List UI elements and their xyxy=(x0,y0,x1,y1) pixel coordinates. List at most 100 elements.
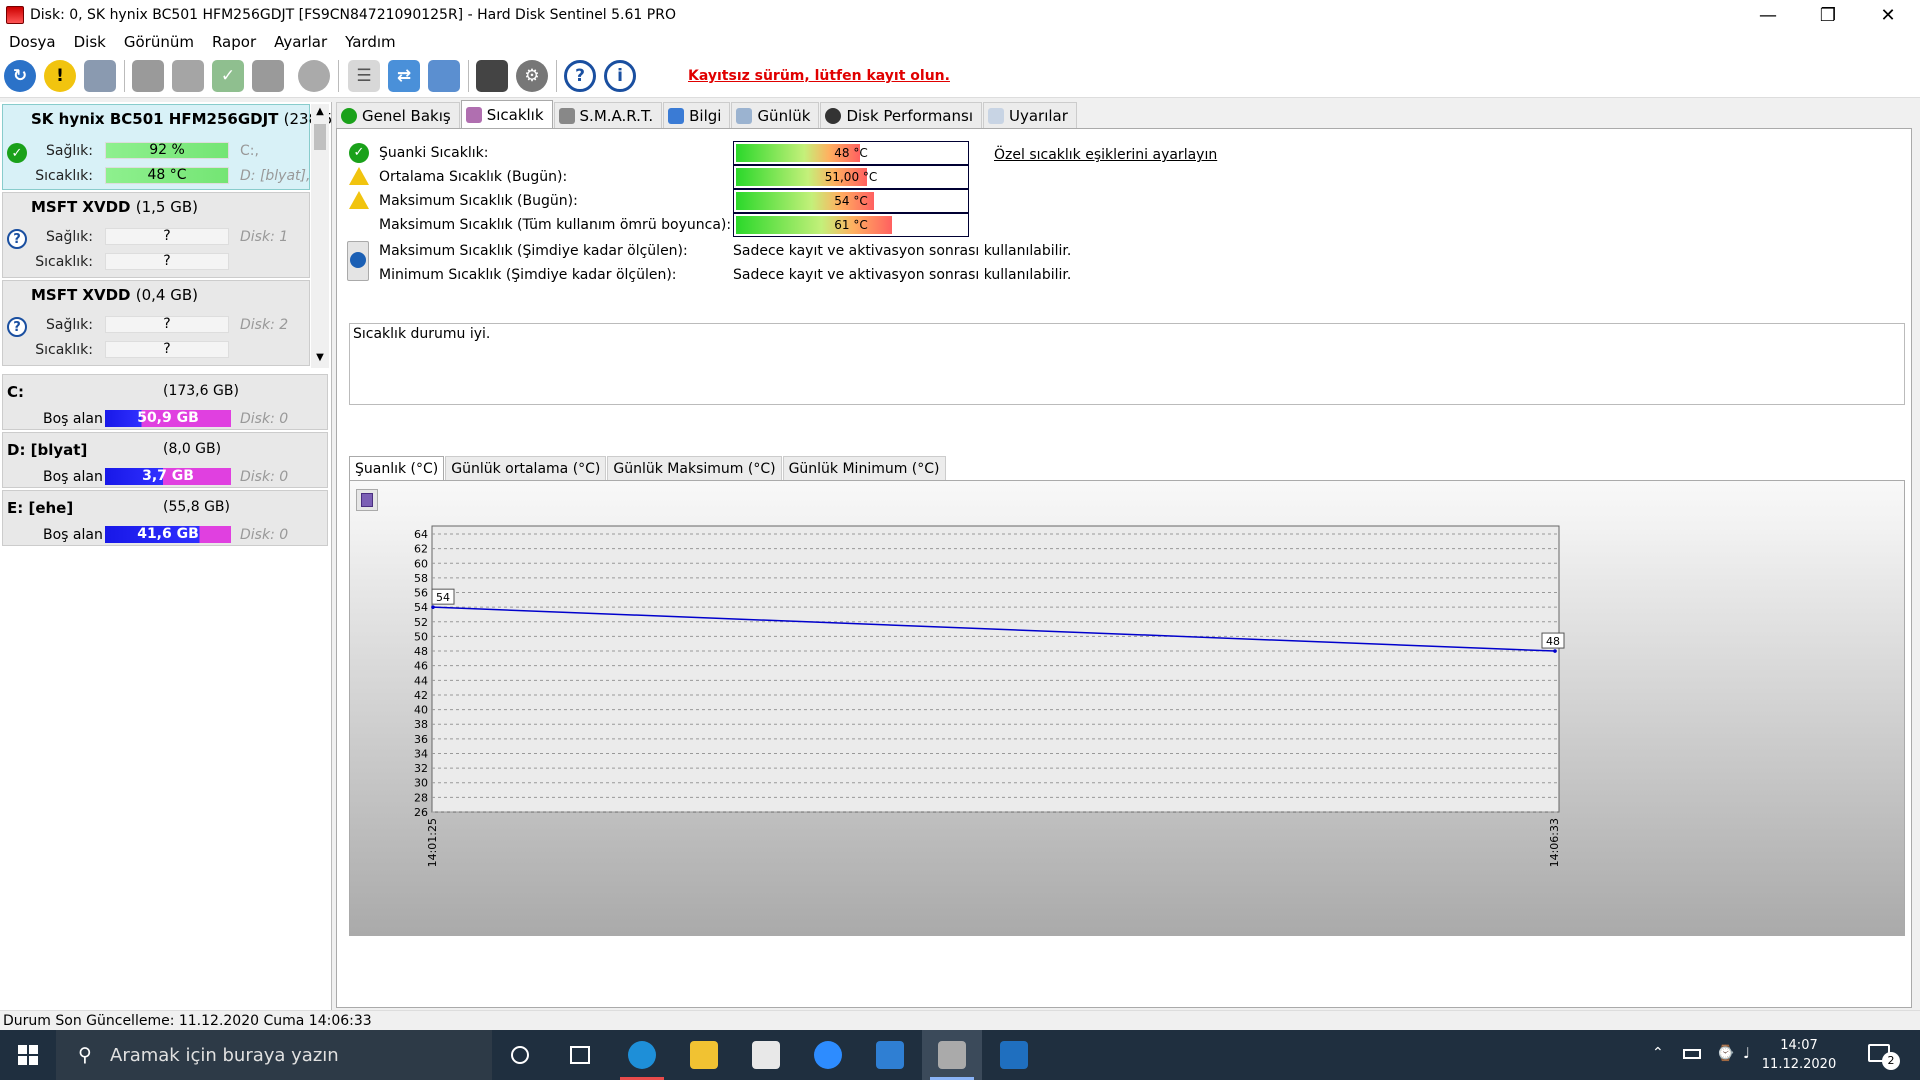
tab-smart[interactable]: S.M.A.R.T. xyxy=(553,102,663,128)
send-icon[interactable]: ⇄ xyxy=(388,60,420,92)
max-measured-label: Maksimum Sıcaklık (Şimdiye kadar ölçülen… xyxy=(379,243,688,259)
chart-tab-daily-avg[interactable]: Günlük ortalama (°C) xyxy=(445,456,607,480)
free-space-bar: 3,7 GB xyxy=(105,468,231,485)
app-icon xyxy=(6,6,24,24)
taskbar-hdsentinel[interactable] xyxy=(922,1030,982,1080)
task-view-button[interactable] xyxy=(550,1030,610,1080)
drive-2-icon[interactable] xyxy=(172,60,204,92)
battery-icon[interactable] xyxy=(1683,1049,1701,1059)
chevron-up-icon[interactable]: ⌃ xyxy=(1652,1045,1664,1061)
menu-dosya[interactable]: Dosya xyxy=(0,33,65,51)
min-measured-label: Minimum Sıcaklık (Şimdiye kadar ölçülen)… xyxy=(379,267,677,283)
tab-performance[interactable]: Disk Performansı xyxy=(820,102,982,128)
disk-icon[interactable] xyxy=(84,60,116,92)
taskbar-photos[interactable] xyxy=(984,1030,1044,1080)
y-tick-label: 44 xyxy=(414,674,428,687)
drive-3-icon[interactable] xyxy=(252,60,284,92)
refresh-icon[interactable]: ↻ xyxy=(4,60,36,92)
volume-item-c[interactable]: C: (173,6 GB) Boş alan 50,9 GB Disk: 0 xyxy=(2,374,328,430)
volume-size: (173,6 GB) xyxy=(163,383,239,399)
menu-gorunum[interactable]: Görünüm xyxy=(115,33,203,51)
report-icon[interactable]: ☰ xyxy=(348,60,380,92)
restore-button[interactable]: ❐ xyxy=(1798,0,1858,30)
help-icon[interactable]: ? xyxy=(564,60,596,92)
clock-time: 14:07 xyxy=(1780,1038,1818,1053)
windows-icon xyxy=(18,1045,38,1065)
custom-thresholds-link[interactable]: Özel sıcaklık eşiklerini ayarlayın xyxy=(994,147,1217,163)
volume-name: C: xyxy=(7,383,25,401)
menu-yardim[interactable]: Yardım xyxy=(336,33,405,51)
drive-1-icon[interactable] xyxy=(132,60,164,92)
volume-name: D: [blyat] xyxy=(7,441,88,459)
scroll-down-icon[interactable]: ▼ xyxy=(314,352,326,366)
tab-label: Genel Bakış xyxy=(362,106,451,125)
settings-icon[interactable]: ⚙ xyxy=(516,60,548,92)
monitor-icon[interactable] xyxy=(476,60,508,92)
menu-ayarlar[interactable]: Ayarlar xyxy=(265,33,336,51)
drive-check-icon[interactable]: ✓ xyxy=(212,60,244,92)
volume-icon[interactable]: ♩ xyxy=(1743,1044,1750,1062)
wifi-icon[interactable]: ⌚ xyxy=(1716,1044,1735,1062)
network-icon[interactable] xyxy=(428,60,460,92)
disk-item-1[interactable]: MSFT XVDD (1,5 GB) ? Sağlık: ? Disk: 1 S… xyxy=(2,192,310,278)
menu-disk[interactable]: Disk xyxy=(65,33,115,51)
taskbar-search[interactable]: ⚲ Aramak için buraya yazın xyxy=(56,1030,492,1080)
start-button[interactable] xyxy=(0,1030,56,1080)
y-tick-label: 36 xyxy=(414,733,428,746)
tab-temperature[interactable]: Sıcaklık xyxy=(460,100,553,128)
clock-date: 11.12.2020 xyxy=(1761,1057,1837,1072)
disk-list-scrollbar[interactable]: ▲ ▼ xyxy=(311,104,329,368)
y-tick-label: 38 xyxy=(414,718,428,731)
log-icon xyxy=(736,107,753,124)
volume-item-e[interactable]: E: [ehe] (55,8 GB) Boş alan 41,6 GB Disk… xyxy=(2,490,328,546)
y-tick-label: 58 xyxy=(414,572,428,585)
disk-item-0[interactable]: SK hynix BC501 HFM256GDJT (238,5 GB ✓ Sa… xyxy=(2,104,359,190)
photos-icon xyxy=(1000,1041,1028,1069)
data-label: 48 xyxy=(1546,635,1560,648)
volume-item-d[interactable]: D: [blyat] (8,0 GB) Boş alan 3,7 GB Disk… xyxy=(2,432,328,488)
alerts-icon xyxy=(988,107,1004,124)
taskbar-explorer[interactable] xyxy=(674,1030,734,1080)
temperature-label: Sıcaklık: xyxy=(35,168,93,184)
chart-tab-daily-min[interactable]: Günlük Minimum (°C) xyxy=(782,456,946,480)
close-button[interactable]: ✕ xyxy=(1858,0,1918,30)
temperature-bar: ? xyxy=(105,253,229,270)
free-space-label: Boş alan xyxy=(43,411,103,427)
gear-gray-icon[interactable] xyxy=(298,60,330,92)
check-icon: ✓ xyxy=(349,143,369,163)
save-chart-button[interactable] xyxy=(356,489,378,511)
disk-item-2[interactable]: MSFT XVDD (0,4 GB) ? Sağlık: ? Disk: 2 S… xyxy=(2,280,310,366)
taskbar-store[interactable] xyxy=(736,1030,796,1080)
warning-icon[interactable]: ! xyxy=(44,60,76,92)
disk-name: MSFT XVDD (0,4 GB) xyxy=(31,286,198,304)
menu-rapor[interactable]: Rapor xyxy=(203,33,265,51)
y-tick-label: 48 xyxy=(414,645,428,658)
data-point xyxy=(431,605,435,609)
unregistered-link[interactable]: Kayıtsız sürüm, lütfen kayıt olun. xyxy=(688,68,950,84)
tab-alerts[interactable]: Uyarılar xyxy=(983,102,1077,128)
scrollbar-thumb[interactable] xyxy=(314,124,326,150)
taskbar-edge[interactable] xyxy=(612,1030,672,1080)
minimize-button[interactable]: — xyxy=(1738,0,1798,30)
temp-bar-value: 51,00 °C xyxy=(824,170,878,184)
scroll-up-icon[interactable]: ▲ xyxy=(314,106,326,120)
tab-overview[interactable]: Genel Bakış xyxy=(336,102,460,128)
x-tick-label: 14:06:33 xyxy=(1548,818,1561,867)
tab-label: Bilgi xyxy=(689,106,722,125)
reset-button[interactable] xyxy=(347,241,369,281)
taskbar-mail[interactable] xyxy=(860,1030,920,1080)
chart-tab-daily-max[interactable]: Günlük Maksimum (°C) xyxy=(607,456,782,480)
tab-strip: Genel Bakış Sıcaklık S.M.A.R.T. Bilgi Gü… xyxy=(336,100,1920,128)
cortana-icon xyxy=(511,1046,529,1064)
tab-info[interactable]: Bilgi xyxy=(663,102,731,128)
tab-log[interactable]: Günlük xyxy=(731,102,820,128)
info-icon[interactable]: i xyxy=(604,60,636,92)
cortana-button[interactable] xyxy=(490,1030,550,1080)
taskbar-clock[interactable]: 14:07 11.12.2020 xyxy=(1754,1036,1844,1074)
chart-tab-current[interactable]: Şuanlık (°C) xyxy=(349,456,445,480)
taskbar-zoom[interactable] xyxy=(798,1030,858,1080)
tab-label: Disk Performansı xyxy=(846,106,973,125)
max-today-label: Maksimum Sıcaklık (Bugün): xyxy=(379,193,578,209)
notifications-button[interactable]: 2 xyxy=(1868,1040,1900,1070)
max-lifetime-label: Maksimum Sıcaklık (Tüm kullanım ömrü boy… xyxy=(379,217,732,233)
